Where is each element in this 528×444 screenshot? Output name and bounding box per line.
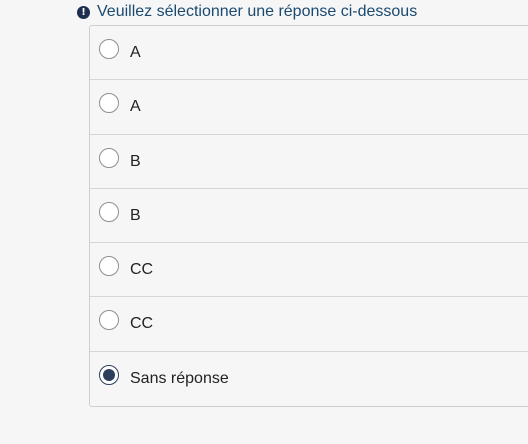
radio-button[interactable]	[99, 93, 119, 114]
radio-button-checked[interactable]	[99, 364, 119, 385]
answer-list: A A B B CC CC Sans réponse	[89, 25, 528, 408]
answer-option[interactable]: B	[90, 189, 528, 244]
answer-label[interactable]: Sans réponse	[130, 370, 229, 388]
radio-button[interactable]	[99, 256, 119, 277]
radio-button[interactable]	[99, 310, 119, 331]
radio-button[interactable]	[99, 147, 119, 168]
tip-text: Veuillez sélectionner une réponse ci-des…	[97, 3, 418, 20]
answer-option[interactable]: CC	[90, 297, 528, 352]
radio-button[interactable]	[99, 39, 119, 59]
answer-label[interactable]: CC	[130, 315, 153, 333]
question-container: ! Veuillez sélectionner une réponse ci-d…	[0, 0, 528, 444]
answer-label[interactable]: A	[130, 44, 141, 62]
answer-option[interactable]: A	[90, 26, 528, 81]
answer-option[interactable]: A	[90, 80, 528, 135]
answer-label[interactable]: CC	[130, 261, 153, 279]
answer-label[interactable]: A	[130, 98, 141, 116]
answer-option[interactable]: CC	[90, 243, 528, 298]
answer-option-no-answer[interactable]: Sans réponse	[90, 352, 528, 406]
answer-label[interactable]: B	[130, 153, 141, 171]
radio-button[interactable]	[99, 201, 119, 222]
answer-option[interactable]: B	[90, 135, 528, 189]
exclamation-circle-icon: !	[77, 5, 90, 19]
validation-tip: ! Veuillez sélectionner une réponse ci-d…	[77, 2, 417, 22]
answer-label[interactable]: B	[130, 207, 141, 225]
